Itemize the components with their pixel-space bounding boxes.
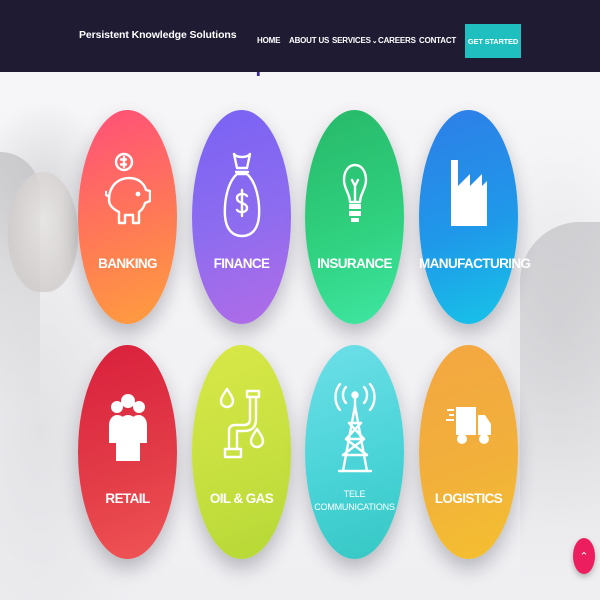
- tile-finance-label: FINANCE: [213, 256, 270, 271]
- nav-about-us[interactable]: ABOUT US: [289, 36, 329, 45]
- tile-logistics[interactable]: LOGISTICS: [419, 345, 518, 559]
- tile-retail-label: RETAIL: [105, 491, 150, 506]
- lightbulb-icon: [342, 163, 367, 222]
- money-bag-icon: [223, 152, 260, 238]
- brand-logo-text[interactable]: Persistent Knowledge Solutions: [79, 29, 237, 41]
- nav-home[interactable]: HOME: [257, 36, 280, 45]
- tile-insurance-label: INSURANCE: [317, 256, 392, 271]
- background-photo-handshake: [520, 222, 600, 582]
- piggy-bank-icon: [104, 152, 151, 225]
- nav-careers[interactable]: CAREERS: [378, 36, 416, 45]
- nav-services-label: SERVICES: [332, 36, 371, 45]
- tile-retail[interactable]: RETAIL: [78, 345, 177, 559]
- tile-oil-gas[interactable]: OIL & GAS: [192, 345, 291, 559]
- tile-telecommunications-label: TELE COMMUNICATIONS: [305, 488, 404, 514]
- tile-oil-gas-label: OIL & GAS: [209, 491, 274, 506]
- tile-logistics-label: LOGISTICS: [434, 491, 503, 506]
- tile-telecommunications-label-line1: TELE: [343, 489, 366, 499]
- scroll-to-top-button[interactable]: ⌃: [573, 538, 595, 574]
- tile-banking[interactable]: BANKING: [78, 110, 177, 324]
- chevron-down-icon: ⌄: [371, 38, 378, 45]
- site-header: Persistent Knowledge Solutions HOME ABOU…: [0, 0, 600, 72]
- radio-tower-icon: [333, 383, 376, 473]
- nav-services[interactable]: SERVICES⌄: [332, 36, 378, 45]
- tile-manufacturing-label: MANUFACTURING: [419, 256, 531, 271]
- tile-banking-label: BANKING: [98, 256, 157, 271]
- chevron-up-icon: ⌃: [579, 550, 589, 563]
- tile-manufacturing[interactable]: MANUFACTURING: [419, 110, 531, 324]
- people-group-icon: [108, 394, 147, 461]
- tile-telecommunications-label-line2: COMMUNICATIONS: [314, 502, 395, 512]
- tile-insurance[interactable]: INSURANCE: [305, 110, 404, 324]
- delivery-truck-icon: [445, 407, 491, 444]
- factory-icon: [450, 160, 487, 226]
- tile-finance[interactable]: FINANCE: [192, 110, 291, 324]
- pipeline-drops-icon: [219, 387, 264, 459]
- nav-contact[interactable]: CONTACT: [419, 36, 456, 45]
- get-started-button[interactable]: GET STARTED: [465, 24, 521, 58]
- tile-telecommunications[interactable]: TELE COMMUNICATIONS: [305, 345, 404, 559]
- background-photo-face: [8, 172, 78, 292]
